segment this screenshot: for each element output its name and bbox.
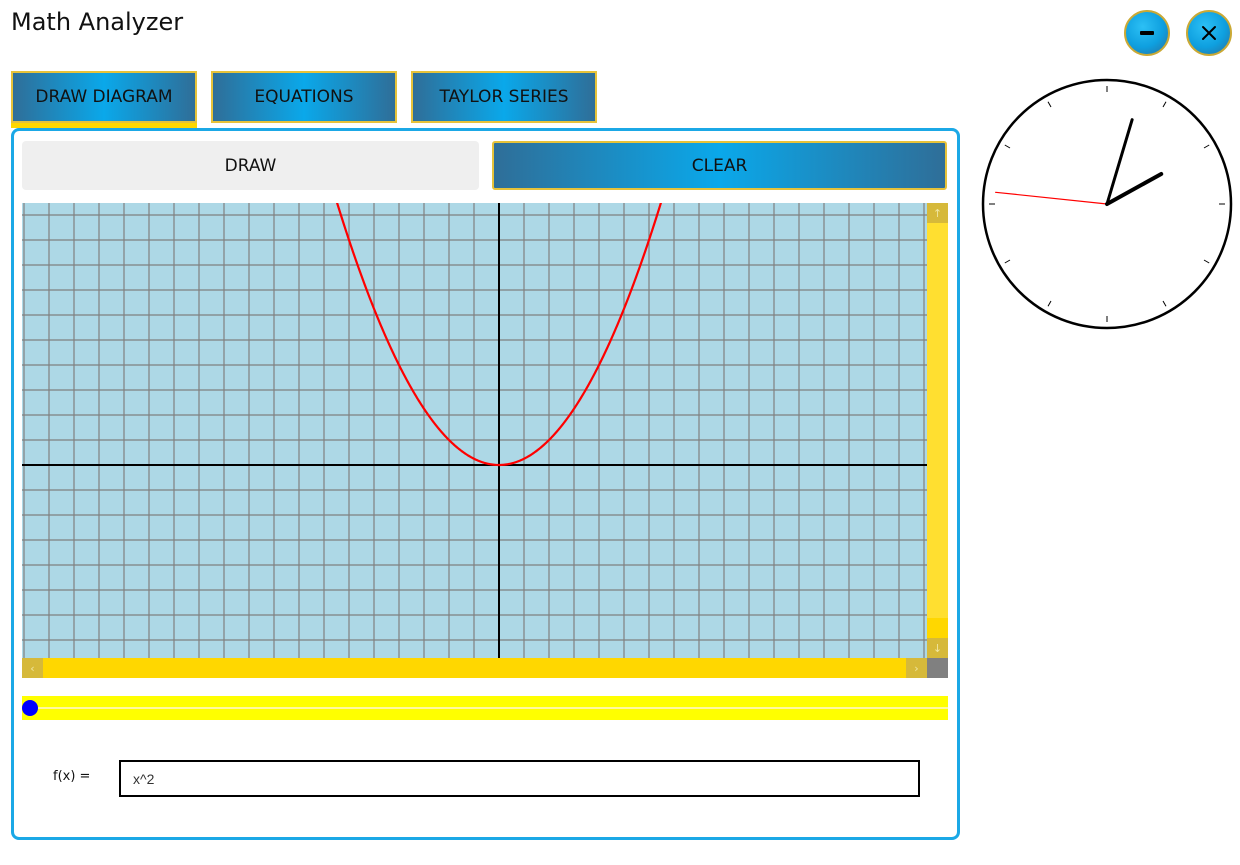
slider-rail xyxy=(22,707,948,709)
app-title: Math Analyzer xyxy=(11,8,184,36)
analog-clock xyxy=(981,78,1233,330)
close-button[interactable] xyxy=(1186,10,1232,56)
tab-equations[interactable]: EQUATIONS xyxy=(211,71,397,123)
clear-button[interactable]: CLEAR xyxy=(492,141,947,190)
tab-draw-diagram[interactable]: DRAW DIAGRAM xyxy=(11,71,197,128)
tab-taylor-series[interactable]: TAYLOR SERIES xyxy=(411,71,597,123)
vertical-scrollbar[interactable]: ↑ ↓ xyxy=(927,203,948,658)
tab-label: DRAW DIAGRAM xyxy=(35,87,173,107)
graph-canvas[interactable] xyxy=(22,203,927,658)
tab-label: TAYLOR SERIES xyxy=(439,87,569,107)
draw-button[interactable]: DRAW xyxy=(22,141,479,190)
vertical-scroll-thumb[interactable] xyxy=(927,618,948,638)
graph-plot xyxy=(22,203,927,658)
parameter-slider[interactable] xyxy=(22,696,948,720)
scroll-down-icon[interactable]: ↓ xyxy=(927,638,948,658)
close-icon xyxy=(1202,26,1216,40)
horizontal-scrollbar[interactable]: ‹ › xyxy=(22,658,927,678)
tab-label: EQUATIONS xyxy=(254,87,354,107)
scroll-right-icon[interactable]: › xyxy=(906,658,927,678)
scroll-corner xyxy=(927,658,948,678)
scroll-left-icon[interactable]: ‹ xyxy=(22,658,43,678)
scroll-up-icon[interactable]: ↑ xyxy=(927,203,948,223)
function-input[interactable] xyxy=(119,760,920,797)
minimize-button[interactable] xyxy=(1124,10,1170,56)
slider-thumb[interactable] xyxy=(22,700,38,716)
function-label: f(x) = xyxy=(53,769,91,784)
minus-icon xyxy=(1140,31,1154,35)
